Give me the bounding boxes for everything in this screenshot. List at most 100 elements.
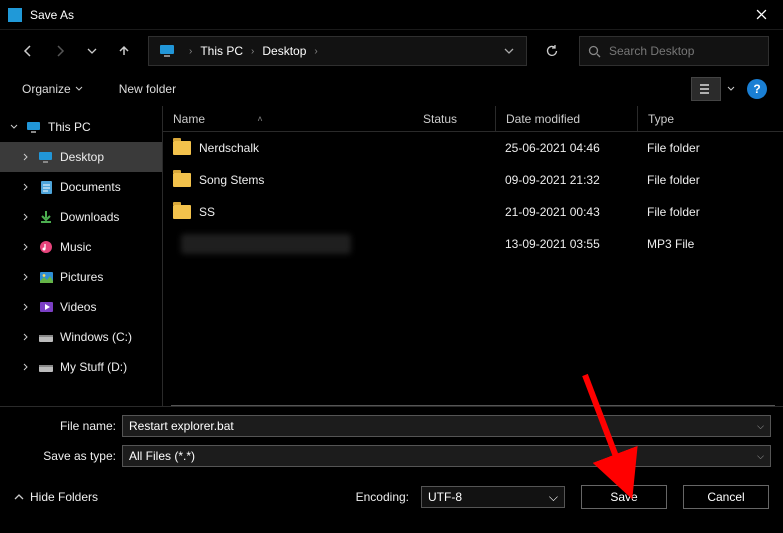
window-title: Save As	[30, 8, 739, 22]
saveastype-select[interactable]: All Files (*.*) ⌵	[122, 445, 771, 467]
sidebar-item-videos[interactable]: Videos	[0, 292, 162, 322]
sidebar-item-label: Music	[60, 240, 91, 254]
app-icon	[8, 8, 22, 22]
close-button[interactable]	[739, 0, 783, 30]
column-headers: Name ˄ Status Date modified Type	[163, 106, 783, 132]
search-box[interactable]	[579, 36, 769, 66]
column-date-label: Date modified	[506, 112, 580, 126]
sidebar-root-label: This PC	[48, 120, 91, 134]
expand-icon[interactable]	[22, 333, 32, 341]
column-type[interactable]: Type	[637, 106, 783, 131]
sidebar-item-label: Videos	[60, 300, 96, 314]
file-date-cell: 21-09-2021 00:43	[495, 205, 637, 219]
search-input[interactable]	[609, 44, 760, 58]
chevron-right-icon: ›	[183, 46, 198, 57]
chevron-up-icon	[14, 492, 24, 502]
back-button[interactable]	[14, 37, 42, 65]
filename-input[interactable]: Restart explorer.bat ⌵	[122, 415, 771, 437]
sort-asc-icon: ˄	[257, 114, 262, 124]
file-name: Song Stems	[199, 173, 264, 187]
file-type-cell: File folder	[637, 141, 783, 155]
new-folder-label: New folder	[119, 82, 176, 96]
hide-folders-label: Hide Folders	[30, 490, 98, 504]
column-type-label: Type	[648, 112, 674, 126]
organize-label: Organize	[22, 82, 71, 96]
expand-icon[interactable]	[22, 213, 32, 221]
sidebar: This PC Desktop Documents Downloads Musi…	[0, 106, 162, 406]
file-name-cell: SS	[163, 205, 413, 219]
chevron-down-icon: ⌵	[549, 490, 558, 505]
sidebar-item-desktop[interactable]: Desktop	[0, 142, 162, 172]
file-date-cell: 09-09-2021 21:32	[495, 173, 637, 187]
pc-icon	[26, 119, 42, 135]
expand-icon[interactable]	[22, 363, 32, 371]
file-name-cell	[163, 234, 413, 254]
address-dropdown[interactable]	[496, 46, 522, 56]
help-button[interactable]: ?	[747, 79, 767, 99]
videos-icon	[38, 299, 54, 315]
file-date-cell: 25-06-2021 04:46	[495, 141, 637, 155]
documents-icon	[38, 179, 54, 195]
chevron-right-icon: ›	[308, 46, 323, 57]
chevron-down-icon[interactable]: ⌵	[757, 451, 764, 462]
scrollbar-horizontal[interactable]	[171, 405, 775, 406]
expand-icon[interactable]	[22, 243, 32, 251]
saveastype-value: All Files (*.*)	[129, 449, 195, 463]
save-button-label: Save	[610, 490, 637, 504]
recent-dropdown[interactable]	[78, 37, 106, 65]
column-status[interactable]: Status	[413, 106, 495, 131]
address-bar[interactable]: › This PC › Desktop ›	[148, 36, 527, 66]
folder-icon	[173, 141, 191, 155]
cancel-button[interactable]: Cancel	[683, 485, 769, 509]
file-type-cell: MP3 File	[637, 237, 783, 251]
chevron-down-icon[interactable]: ⌵	[757, 421, 764, 432]
pc-icon	[159, 44, 177, 58]
sidebar-item-documents[interactable]: Documents	[0, 172, 162, 202]
redacted-filename	[181, 234, 351, 254]
toolbar: Organize New folder ?	[0, 72, 783, 106]
expand-icon[interactable]	[22, 303, 32, 311]
file-name-cell: Nerdschalk	[163, 141, 413, 155]
chevron-down-icon	[75, 85, 83, 93]
file-row[interactable]: Song Stems 09-09-2021 21:32File folder	[163, 164, 783, 196]
column-date[interactable]: Date modified	[495, 106, 637, 131]
file-row[interactable]: Nerdschalk 25-06-2021 04:46File folder	[163, 132, 783, 164]
save-button[interactable]: Save	[581, 485, 667, 509]
file-name: SS	[199, 205, 215, 219]
desktop-icon	[38, 149, 54, 165]
sidebar-item-pictures[interactable]: Pictures	[0, 262, 162, 292]
filename-label: File name:	[12, 419, 122, 433]
breadcrumb-folder[interactable]: Desktop	[260, 44, 308, 58]
column-name-label: Name	[173, 112, 205, 126]
sidebar-item-downloads[interactable]: Downloads	[0, 202, 162, 232]
up-button[interactable]	[110, 37, 138, 65]
sidebar-root-thispc[interactable]: This PC	[0, 112, 162, 142]
forward-button[interactable]	[46, 37, 74, 65]
expand-icon[interactable]	[22, 153, 32, 161]
encoding-select[interactable]: UTF-8 ⌵	[421, 486, 565, 508]
drive-icon	[38, 359, 54, 375]
hide-folders-button[interactable]: Hide Folders	[14, 490, 98, 504]
refresh-button[interactable]	[537, 36, 567, 66]
file-date-cell: 13-09-2021 03:55	[495, 237, 637, 251]
file-type-cell: File folder	[637, 173, 783, 187]
drive-icon	[38, 329, 54, 345]
file-row[interactable]: 13-09-2021 03:55MP3 File	[163, 228, 783, 260]
file-pane: Name ˄ Status Date modified Type Nerdscha…	[162, 106, 783, 406]
breadcrumb-root[interactable]: This PC	[198, 44, 245, 58]
saveastype-label: Save as type:	[12, 449, 122, 463]
organize-button[interactable]: Organize	[16, 78, 89, 100]
chevron-down-icon[interactable]	[727, 85, 735, 93]
column-name[interactable]: Name ˄	[163, 106, 413, 131]
sidebar-item-drive-d[interactable]: My Stuff (D:)	[0, 352, 162, 382]
new-folder-button[interactable]: New folder	[113, 78, 182, 100]
downloads-icon	[38, 209, 54, 225]
collapse-icon[interactable]	[10, 123, 20, 131]
expand-icon[interactable]	[22, 273, 32, 281]
view-button[interactable]	[691, 77, 721, 101]
sidebar-item-drive-c[interactable]: Windows (C:)	[0, 322, 162, 352]
file-row[interactable]: SS21-09-2021 00:43File folder	[163, 196, 783, 228]
sidebar-item-label: Desktop	[60, 150, 104, 164]
expand-icon[interactable]	[22, 183, 32, 191]
sidebar-item-music[interactable]: Music	[0, 232, 162, 262]
